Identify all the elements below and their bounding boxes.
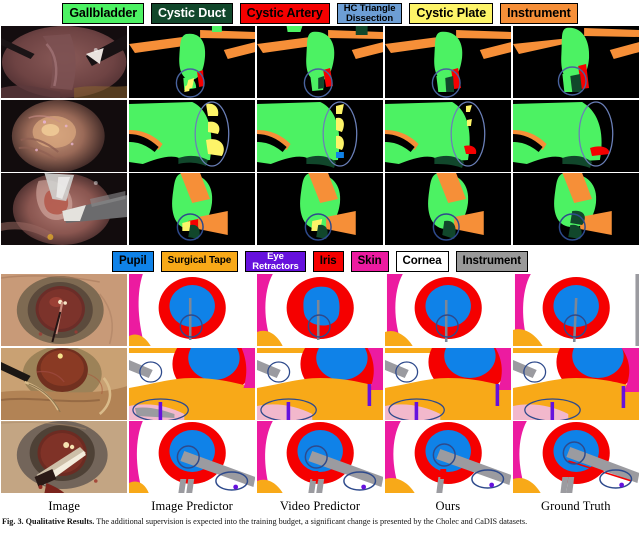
cadis-legend: Pupil Surgical Tape Eye Retractors Iris …	[0, 248, 640, 274]
column-label-ground-truth: Ground Truth	[540, 499, 611, 513]
cadis-row1-ground-truth	[512, 274, 639, 346]
cholec-panel-grid	[0, 26, 640, 245]
legend-chip-iris: Iris	[312, 251, 344, 272]
cholec-row1-image	[1, 26, 128, 98]
legend-chip-surgical-tape: Surgical Tape	[160, 251, 239, 272]
cadis-row2-video-predictor	[256, 347, 384, 420]
cholec-row1-ours	[384, 26, 512, 98]
cadis-row3-image-predictor	[128, 421, 256, 493]
cadis-row1-image	[1, 274, 128, 346]
cadis-row3-ours	[384, 421, 512, 493]
cadis-row3-ground-truth	[512, 421, 639, 493]
cholec-row1-ground-truth	[512, 26, 639, 98]
caption-text: The additional supervision is expected i…	[94, 517, 528, 526]
cadis-row2-ground-truth	[512, 347, 639, 420]
cadis-row1-image-predictor	[128, 274, 256, 346]
cadis-panel-grid	[0, 274, 640, 493]
column-label-ours: Ours	[435, 499, 461, 513]
cholec-legend: Gallbladder Cystic Duct Cystic Artery HC…	[0, 0, 640, 26]
cholec-row2-video-predictor	[256, 99, 384, 172]
cholec-row1-image-predictor	[128, 26, 256, 98]
legend-chip-cornea: Cornea	[395, 251, 449, 272]
cadis-row2-image-predictor	[128, 347, 256, 420]
column-label-video-predictor: Video Predictor	[279, 499, 361, 513]
legend-chip-hc-triangle-dissection: HC Triangle Dissection	[336, 3, 403, 24]
legend-chip-eye-retractors: Eye Retractors	[245, 251, 306, 272]
legend-chip-pupil: Pupil	[112, 251, 154, 272]
column-label-image-predictor: Image Predictor	[151, 499, 233, 513]
column-label-image: Image	[48, 499, 81, 513]
legend-chip-cystic-duct: Cystic Duct	[150, 3, 233, 24]
legend-chip-gallbladder: Gallbladder	[62, 3, 144, 24]
cadis-row1-ours	[384, 274, 512, 346]
cholec-row3-ours	[384, 173, 512, 245]
cholec-row2-ground-truth	[512, 99, 639, 172]
legend-chip-instrument-cholec: Instrument	[500, 3, 578, 24]
caption-title: Qualitative Results.	[25, 517, 95, 526]
cadis-row3-video-predictor	[256, 421, 384, 493]
legend-chip-instrument-cadis: Instrument	[455, 251, 528, 272]
figure-caption: Fig. 3. Qualitative Results. The additio…	[0, 514, 640, 527]
cholec-row2-image	[1, 99, 128, 172]
legend-chip-cystic-plate: Cystic Plate	[409, 3, 494, 24]
cholec-row3-ground-truth	[512, 173, 639, 245]
column-label-row: Image Image Predictor Video Predictor Ou…	[0, 499, 640, 514]
cadis-row1-video-predictor	[256, 274, 384, 346]
cholec-row3-image-predictor	[128, 173, 256, 245]
cholec-row3-image	[1, 173, 128, 245]
cholec-row1-video-predictor	[256, 26, 384, 98]
cadis-row3-image	[1, 421, 128, 493]
cholec-row2-ours	[384, 99, 512, 172]
caption-label: Fig. 3.	[2, 517, 24, 526]
cholec-row3-video-predictor	[256, 173, 384, 245]
cadis-row2-ours	[384, 347, 512, 420]
cadis-row2-image	[1, 347, 128, 420]
legend-chip-skin: Skin	[350, 251, 389, 272]
legend-chip-cystic-artery: Cystic Artery	[239, 3, 330, 24]
cholec-row2-image-predictor	[128, 99, 256, 172]
